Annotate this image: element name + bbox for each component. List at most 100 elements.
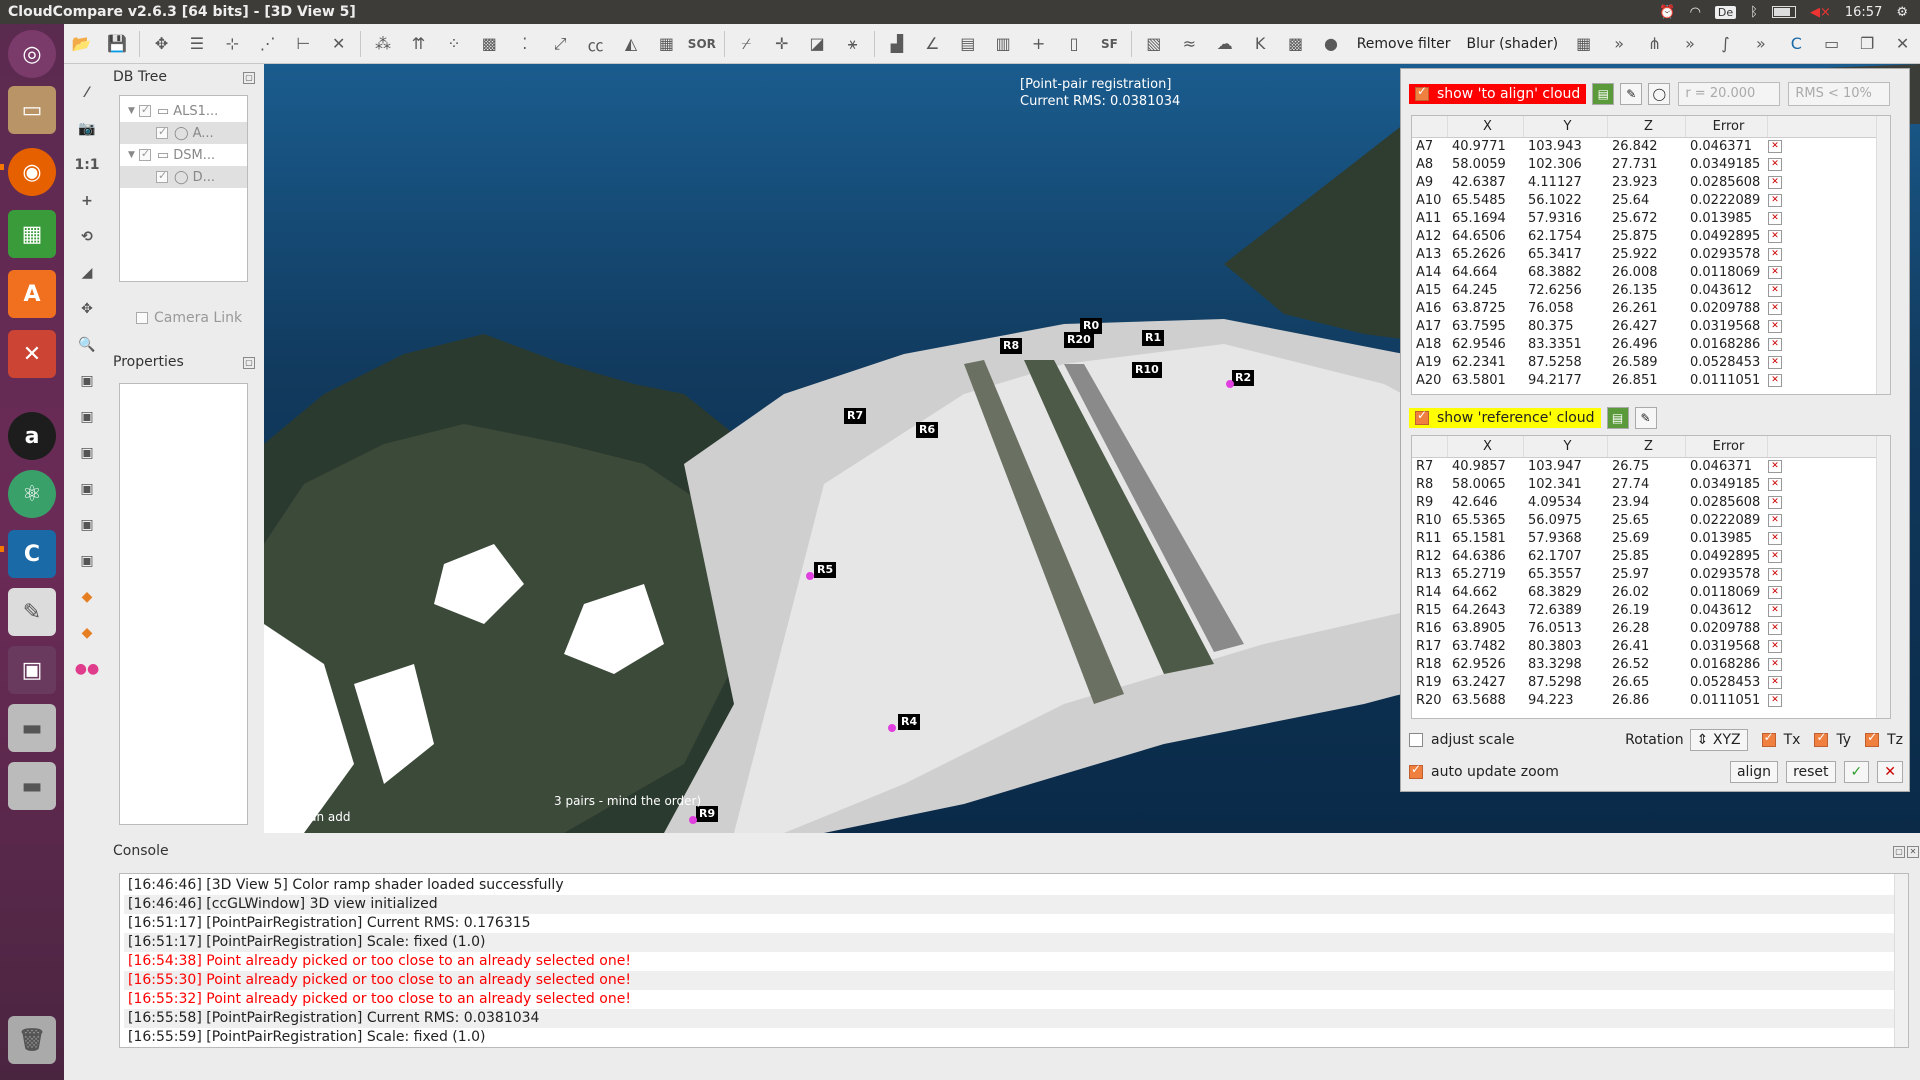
zoom-icon[interactable]: 🔍 (74, 332, 100, 358)
wifi-icon[interactable]: ◠ (1690, 5, 1701, 20)
delete-point-icon[interactable]: ✕ (1768, 622, 1782, 635)
box-icon[interactable]: ◪ (802, 29, 831, 59)
filter-icon[interactable]: ▥ (988, 29, 1017, 59)
remove-filter-button[interactable]: Remove filter (1357, 36, 1451, 52)
gear-icon[interactable]: ⚙ (1896, 5, 1908, 20)
table-row[interactable]: A16 63.8725 76.058 26.261 0.0209788 ✕ (1412, 300, 1890, 318)
view-top-icon[interactable]: ▣ (74, 368, 100, 394)
cloudcompare-icon[interactable]: C (8, 530, 56, 578)
table-row[interactable]: R7 40.9857 103.947 26.75 0.046371 ✕ (1412, 458, 1890, 476)
show-align-cloud-toggle[interactable]: show 'to align' cloud (1409, 84, 1587, 104)
battery-icon[interactable] (1771, 6, 1796, 18)
more-chevron-icon[interactable]: » (1675, 29, 1704, 59)
delete-point-icon[interactable]: ✕ (1768, 194, 1782, 207)
view-left-icon[interactable]: ▣ (74, 440, 100, 466)
perspective-icon[interactable]: ◢ (74, 260, 100, 286)
point-marker[interactable]: R20 (1064, 332, 1094, 348)
delete-point-icon[interactable]: ✕ (1768, 212, 1782, 225)
delete-point-icon[interactable]: ✕ (1768, 338, 1782, 351)
sf-arithmetic-icon[interactable]: ▯ (1059, 29, 1088, 59)
histogram-icon[interactable]: ▟ (882, 29, 911, 59)
delete-point-icon[interactable]: ✕ (1768, 478, 1782, 491)
table-row[interactable]: A9 42.6387 4.11127 23.923 0.0285608 ✕ (1412, 174, 1890, 192)
table-scrollbar[interactable] (1876, 116, 1890, 394)
spline-icon[interactable]: ∫ (1711, 29, 1740, 59)
add-sf-icon[interactable]: + (1024, 29, 1053, 59)
register-icon[interactable]: ⤢ (545, 29, 574, 59)
software-center-icon[interactable]: A (8, 270, 56, 318)
visibility-checkbox[interactable] (138, 147, 151, 161)
checker-icon[interactable]: ▦ (652, 29, 681, 59)
restore-icon[interactable]: ❐ (1852, 29, 1881, 59)
delete-point-icon[interactable]: ✕ (1768, 658, 1782, 671)
density-icon[interactable]: ⁚ (510, 29, 539, 59)
flickr-icon[interactable]: ●● (74, 656, 100, 682)
hpr-icon[interactable]: ▩ (1281, 29, 1310, 59)
tx-checkbox[interactable] (1761, 730, 1776, 747)
delete-point-icon[interactable]: ✕ (1768, 532, 1782, 545)
view-front-icon[interactable]: ▣ (74, 404, 100, 430)
tree-item-dsm-cloud[interactable]: ◯ D... (120, 166, 247, 188)
table-row[interactable]: A17 63.7595 80.375 26.427 0.0319568 ✕ (1412, 318, 1890, 336)
delete-point-icon[interactable]: ✕ (1768, 266, 1782, 279)
cloud-icon[interactable]: ☁ (1210, 29, 1239, 59)
delete-point-icon[interactable]: ✕ (1768, 158, 1782, 171)
delete-point-icon[interactable]: ✕ (1768, 302, 1782, 315)
point-marker[interactable]: R8 (1000, 338, 1023, 354)
trash-icon[interactable]: 🗑 (8, 1016, 56, 1064)
show-reference-cloud-toggle[interactable]: show 'reference' cloud (1409, 408, 1601, 428)
dbtree-float-icon[interactable]: ▢ (243, 72, 255, 84)
checkbox[interactable] (136, 312, 148, 324)
checkbox[interactable] (1415, 84, 1429, 101)
table-row[interactable]: R14 64.662 68.3829 26.02 0.0118069 ✕ (1412, 584, 1890, 602)
table-row[interactable]: R18 62.9526 83.3298 26.52 0.0168286 ✕ (1412, 656, 1890, 674)
console-scrollbar[interactable] (1894, 874, 1908, 1047)
delete-point-icon[interactable]: ✕ (1768, 284, 1782, 297)
csv-export-icon[interactable]: ▤ (1606, 407, 1629, 429)
console-close-icon[interactable]: ✕ (1907, 846, 1919, 858)
drive-icon[interactable]: ▬ (8, 704, 56, 752)
delete-point-icon[interactable]: ✕ (1768, 248, 1782, 261)
point-marker[interactable]: R10 (1132, 362, 1162, 378)
radius-spinbox[interactable]: r = 20.000 (1678, 82, 1781, 106)
delete-point-icon[interactable]: ✕ (1768, 514, 1782, 527)
plane-icon[interactable]: ⌿ (732, 29, 761, 59)
table-row[interactable]: R12 64.6386 62.1707 25.85 0.0492895 ✕ (1412, 548, 1890, 566)
more-chevron-icon[interactable]: » (1746, 29, 1775, 59)
delete-point-icon[interactable]: ✕ (1768, 176, 1782, 189)
mesh-icon[interactable]: ▩ (475, 29, 504, 59)
view-bottom-icon[interactable]: ▣ (74, 512, 100, 538)
pivot-icon[interactable]: + (74, 188, 100, 214)
tree-item-dsm[interactable]: ▼ ▭ DSM... (120, 144, 247, 166)
collapse-icon[interactable]: ▼ (128, 150, 135, 160)
ubuntu-logo-icon[interactable]: ◎ (8, 30, 56, 78)
delete-icon[interactable]: ✕ (324, 29, 353, 59)
table-row[interactable]: R20 63.5688 94.223 26.86 0.0111051 ✕ (1412, 692, 1890, 710)
edit-icon[interactable]: ✎ (1620, 83, 1643, 105)
point-pair-icon[interactable]: ⋰ (253, 29, 282, 59)
rotate-icon[interactable]: ⟲ (74, 224, 100, 250)
sample-icon[interactable]: ⁂ (368, 29, 397, 59)
table-row[interactable]: R16 63.8905 76.0513 26.28 0.0209788 ✕ (1412, 620, 1890, 638)
point-marker[interactable]: R6 (916, 422, 939, 438)
table-row[interactable]: A10 65.5485 56.1022 25.64 0.0222089 ✕ (1412, 192, 1890, 210)
point-marker[interactable]: R5 (814, 562, 837, 578)
settings-icon[interactable]: ✕ (8, 330, 56, 378)
delete-point-icon[interactable]: ✕ (1768, 550, 1782, 563)
point-marker[interactable]: R9 (696, 806, 719, 822)
table-row[interactable]: A18 62.9546 83.3351 26.496 0.0168286 ✕ (1412, 336, 1890, 354)
kbox-icon[interactable]: K (1245, 29, 1274, 59)
minimize-icon[interactable]: ▭ (1817, 29, 1846, 59)
wave-icon[interactable]: ≈ (1175, 29, 1204, 59)
close-icon[interactable]: ✕ (1888, 29, 1917, 59)
align-button[interactable]: align (1729, 761, 1779, 783)
normals-icon[interactable]: ⇈ (404, 29, 433, 59)
properties-float-icon[interactable]: ▢ (243, 357, 255, 369)
segment-icon[interactable]: ⊢ (289, 29, 318, 59)
sf-filter-button[interactable]: SF (1095, 29, 1124, 59)
table-row[interactable]: A11 65.1694 57.9316 25.672 0.013985 ✕ (1412, 210, 1890, 228)
tree-item-als-cloud[interactable]: ◯ A... (120, 122, 247, 144)
firefox-icon[interactable]: ◉ (8, 148, 56, 196)
camera-icon[interactable]: 📷 (74, 116, 100, 142)
table-row[interactable]: R13 65.2719 65.3557 25.97 0.0293578 ✕ (1412, 566, 1890, 584)
